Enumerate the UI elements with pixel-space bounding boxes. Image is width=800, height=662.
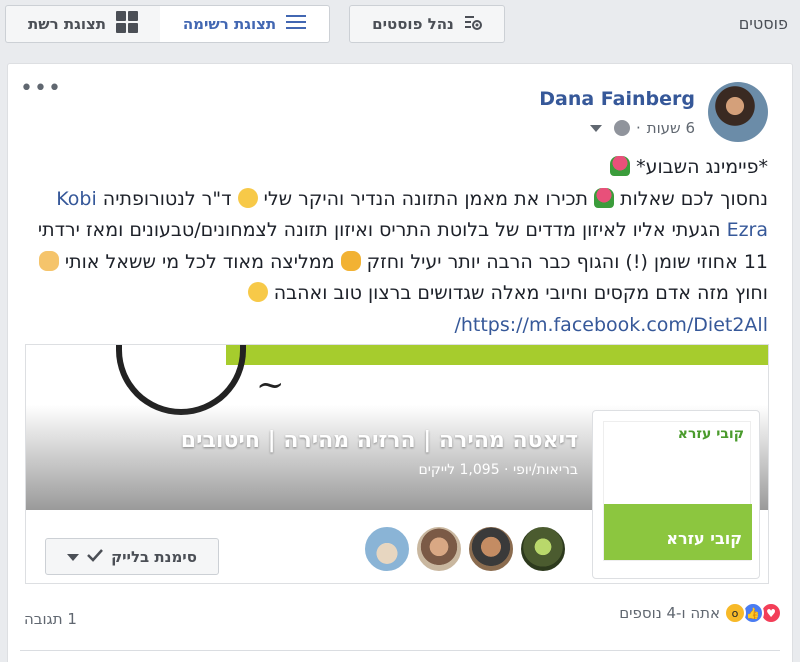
card-name: קובי עזרא	[677, 426, 744, 442]
page-subtitle: בריאות/יופי · 1,095 לייקים	[418, 462, 578, 478]
author-avatar[interactable]	[708, 82, 768, 142]
card-name-2: קובי עזרא	[666, 529, 742, 548]
hugging-emoji-icon	[237, 187, 258, 208]
chevron-down-icon[interactable]	[589, 124, 602, 132]
page-profile-thumbnail[interactable]: קובי עזרא קובי עזרא	[592, 410, 760, 579]
manage-posts-icon	[464, 13, 482, 35]
author-name[interactable]: Dana Fainberg	[539, 88, 695, 110]
post-footer: ♥ 👍 o אתה ו-4 נוספים 1 תגובה	[8, 592, 792, 628]
liked-label: סימנת בלייק	[111, 547, 197, 566]
grid-icon	[116, 11, 139, 37]
tulip-emoji-icon	[594, 187, 615, 208]
flexed-biceps-emoji-icon	[340, 250, 361, 271]
manage-posts-button[interactable]: נהל פוסטים	[349, 5, 505, 43]
post-line-2c: ד"ר לנטורופתיה	[96, 187, 232, 210]
grid-view-label: תצוגת רשת	[28, 15, 107, 33]
post-meta: 6 שעות ·	[589, 119, 695, 137]
list-view-button[interactable]: תצוגת רשימה	[159, 5, 330, 43]
reactions-text: אתה ו-4 נוספים	[619, 604, 720, 622]
hugging-emoji-icon	[247, 282, 268, 302]
post-line-2a: נחסוך לכם שאלות	[620, 187, 768, 210]
post-time[interactable]: 6 שעות	[647, 119, 695, 137]
post-line-2b: תכירו את מאמן התזונה הנדיר והיקר שלי	[263, 187, 589, 210]
grid-view-button[interactable]: תצוגת רשת	[5, 5, 160, 43]
list-view-label: תצוגת רשימה	[182, 15, 277, 33]
toolbar: פוסטים נהל פוסטים תצוגת רשימה תצוגת רשת	[0, 0, 800, 50]
folded-hands-emoji-icon	[38, 250, 59, 271]
caret-down-icon	[67, 548, 80, 566]
check-icon	[87, 548, 104, 566]
friends-who-like	[363, 525, 567, 573]
post-line-4b: וחוץ מזה אדם מקסים וחיובי מאלה שגדושים ב…	[273, 282, 768, 304]
list-icon	[286, 14, 307, 34]
divider	[20, 650, 780, 651]
liked-page-button[interactable]: סימנת בלייק	[45, 538, 219, 575]
friend-avatar[interactable]	[467, 525, 515, 573]
post-line-4a: ממליצה מאוד לכל מי ששאל אותי	[64, 250, 335, 273]
post-line-1: *פיימינג השבוע*	[636, 156, 768, 178]
page-title[interactable]: דיאטה מהירה | הרזיה מהירה | חיטובים	[181, 428, 578, 453]
page-preview[interactable]: ~ דיאטה מהירה | הרזיה מהירה | חיטובים בר…	[25, 344, 769, 584]
tulip-emoji-icon	[610, 156, 631, 176]
posts-label: פוסטים	[738, 14, 788, 33]
globe-icon[interactable]	[613, 120, 630, 136]
more-options-icon[interactable]: •••	[20, 78, 62, 100]
post-text: *פיימינג השבוע* נחסוך לכם שאלות תכירו את…	[28, 152, 768, 341]
reactions-summary[interactable]: ♥ 👍 o אתה ו-4 נוספים	[619, 602, 782, 624]
wow-reaction-icon: o	[724, 602, 746, 624]
friend-avatar[interactable]	[519, 525, 567, 573]
post-card: Dana Fainberg 6 שעות · ••• *פיימינג השבו…	[7, 63, 793, 662]
comments-count[interactable]: 1 תגובה	[24, 610, 77, 628]
friend-avatar[interactable]	[363, 525, 411, 573]
manage-posts-label: נהל פוסטים	[372, 15, 454, 33]
post-link[interactable]: https://m.facebook.com/Diet2All/	[454, 314, 768, 336]
friend-avatar[interactable]	[415, 525, 463, 573]
